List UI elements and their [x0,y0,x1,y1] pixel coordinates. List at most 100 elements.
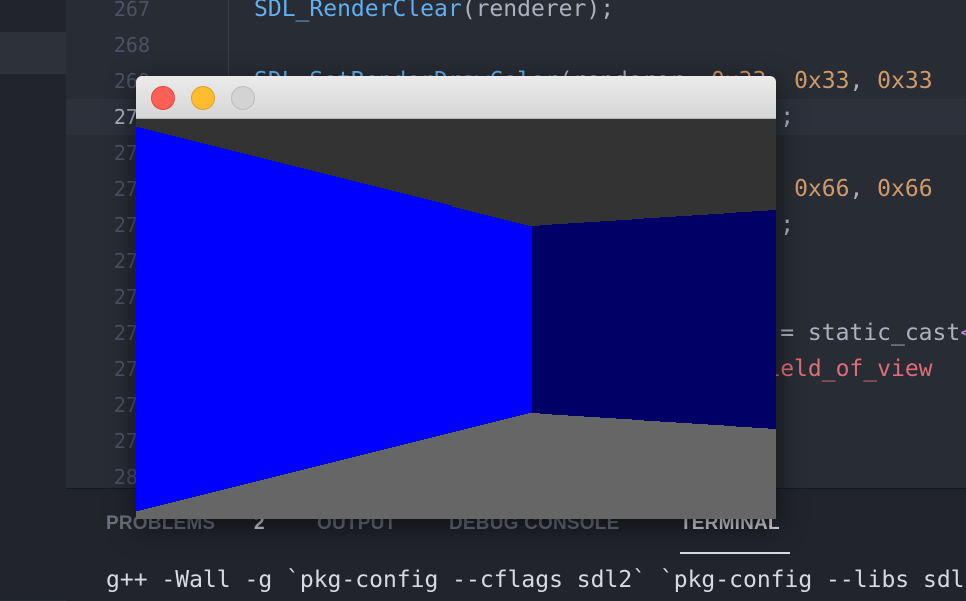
wall-column [432,201,436,437]
wall-column [732,213,736,426]
wall-column [208,145,212,493]
wall-column [204,144,208,494]
wall-column [216,147,220,491]
wall-column [436,202,440,436]
wall-column [464,210,468,429]
wall-column [344,179,348,459]
wall-column [576,223,580,416]
zoom-window-button[interactable] [231,86,255,110]
terminal-line[interactable]: g++ -Wall -g `pkg-config --cflags sdl2` … [106,567,966,593]
wall-column [240,153,244,485]
wall-column [584,222,588,417]
wall-column [264,159,268,479]
code-token: 0x66 [877,176,933,202]
wall-column [504,220,508,419]
wall-column [596,222,600,417]
wall-column [668,217,672,422]
wall-column [632,219,636,420]
wall-column [724,213,728,426]
wall-column [560,224,564,415]
wall-column [636,219,640,420]
code-token: , [849,176,878,202]
wall-column [664,217,668,422]
wall-column [424,199,428,439]
wall-column [760,211,764,428]
wall-column [536,226,540,413]
wall-column [568,223,572,416]
wall-column [472,212,476,427]
wall-column [444,204,448,434]
render-canvas [136,119,776,519]
wall-column [716,214,720,425]
wall-column [580,223,584,416]
wall-column [448,205,452,433]
code-token: <f [960,320,966,346]
wall-column [640,219,644,420]
activity-bar-selected-item[interactable] [0,32,66,74]
wall-column [144,129,148,509]
code-token: SDL_RenderClear [254,0,462,22]
wall-column [248,155,252,483]
wall-column [184,139,188,499]
wall-column [508,221,512,418]
wall-column [740,212,744,427]
wall-column [496,218,500,421]
wall-column [360,183,364,455]
wall-column [244,154,248,484]
wall-column [412,196,416,442]
code-token: , [849,68,878,94]
wall-column [196,142,200,496]
wall-column [308,170,312,468]
wall-column [236,152,240,486]
wall-column [608,221,612,418]
wall-column [148,130,152,508]
wall-column [688,216,692,423]
wall-column [612,221,616,418]
wall-column [672,217,676,422]
wall-column [428,200,432,438]
code-line[interactable]: SDL_RenderClear(renderer); [254,0,614,27]
wall-column [340,178,344,460]
wall-column [348,180,352,458]
wall-column [224,149,228,489]
wall-column [376,187,380,451]
wall-column [680,216,684,423]
close-window-button[interactable] [151,86,175,110]
wall-column [392,191,396,447]
wall-column [512,222,516,417]
wall-column [400,193,404,445]
wall-column [676,216,680,423]
sdl-window[interactable] [136,76,776,519]
wall-column [256,157,260,481]
wall-column [292,166,296,472]
wall-column [296,167,300,471]
wall-column [752,211,756,428]
wall-column [152,131,156,507]
wall-column [416,197,420,441]
wall-column [656,218,660,421]
wall-column [748,212,752,427]
wall-column [304,169,308,469]
wall-column [604,221,608,418]
wall-column [328,175,332,463]
code-token: (renderer); [461,0,615,22]
wall-column [720,214,724,425]
wall-column [684,216,688,423]
line-number: 268 [113,33,150,57]
wall-column [616,220,620,419]
wall-column [372,186,376,452]
wall-column [532,226,536,413]
wall-column [316,172,320,466]
wall-column [628,220,632,419]
wall-column [404,194,408,444]
wall-column [468,211,472,428]
wall-column [388,190,392,448]
wall-column [620,220,624,419]
minimize-window-button[interactable] [191,86,215,110]
wall-column [728,213,732,426]
code-token: 0x66 [794,176,850,202]
wall-column [588,222,592,417]
window-titlebar[interactable] [136,76,776,119]
wall-column [288,165,292,473]
wall-column [544,225,548,414]
